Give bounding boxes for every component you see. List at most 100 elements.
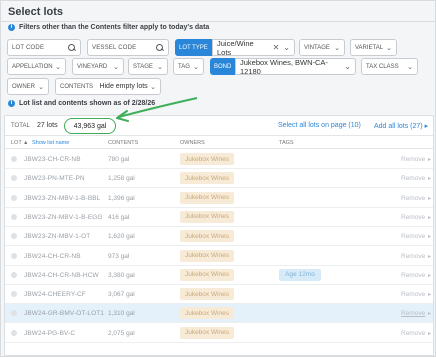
table-row[interactable]: JBW23-ZN-MBV-1-OT 1,620 gal Jukebox Wines R… bbox=[5, 227, 433, 247]
table-row[interactable]: JBW24-GR-BMV-OT-LOT1 1,310 gal Jukebox Win… bbox=[5, 304, 433, 324]
table-row[interactable]: JBW24-CH-CR-NB 973 gal Jukebox Wines Remove… bbox=[5, 247, 433, 266]
lot-contents: 2,075 gal bbox=[108, 329, 135, 337]
appellation-label: APPELLATION bbox=[12, 63, 53, 70]
owner-badge: Jukebox Wines bbox=[180, 288, 234, 301]
table-row[interactable]: JBW23-PN-MTE-PN 1,258 gal Jukebox Wines Rem… bbox=[5, 169, 433, 189]
lot-code: JBW23-ZN-MBV-1-B-BBL bbox=[24, 194, 101, 202]
lot-contents: 1,258 gal bbox=[108, 175, 135, 183]
table-row[interactable]: JBW23-CH-CR-NB 780 gal Jukebox Wines Remove… bbox=[5, 150, 433, 169]
chevron-down-icon: ⌄ bbox=[407, 63, 413, 71]
row-checkbox[interactable] bbox=[11, 252, 17, 259]
bond-select[interactable]: Jukebox Wines, BWN-CA-12180 ⌄ bbox=[235, 57, 356, 76]
owner-badge: Jukebox Wines bbox=[180, 210, 234, 223]
caret-right-icon: ▸ bbox=[428, 234, 432, 241]
owner-badge: Jukebox Wines bbox=[180, 307, 234, 320]
lot-code: JBW23-ZN-MBV-1-B-EGG bbox=[24, 213, 103, 221]
varietal-select[interactable]: VARIETAL ⌄ bbox=[350, 39, 397, 56]
summary-bar: TOTAL 27 lots 43,963 gal Select all lots… bbox=[5, 116, 433, 136]
vintage-label: VINTAGE bbox=[304, 44, 330, 51]
caret-right-icon: ▸ bbox=[428, 311, 432, 318]
search-icon bbox=[156, 43, 164, 52]
row-checkbox[interactable] bbox=[11, 194, 17, 201]
row-checkbox[interactable] bbox=[11, 213, 17, 220]
vintage-select[interactable]: VINTAGE ⌄ bbox=[299, 39, 345, 56]
owner-badge: Jukebox Wines bbox=[180, 230, 234, 243]
caret-right-icon: ▸ bbox=[424, 123, 429, 130]
info-icon: i bbox=[8, 24, 15, 31]
bond-label: BOND bbox=[210, 58, 235, 75]
caret-right-icon: ▸ bbox=[428, 195, 432, 202]
varietal-label: VARIETAL bbox=[355, 44, 384, 51]
row-checkbox[interactable] bbox=[11, 310, 17, 317]
filter-notice-text: Filters other than the Contents filter a… bbox=[19, 24, 210, 31]
lot-contents: 780 gal bbox=[108, 156, 130, 163]
table-row[interactable]: JBW24-PG-BV-C 2,075 gal Jukebox Wines Remov… bbox=[5, 324, 433, 343]
lot-count: 27 lots bbox=[37, 122, 58, 129]
lot-code: JBW24-CH-CR-NB-HCW bbox=[24, 271, 99, 279]
table-row[interactable]: JBW24-CHEERY-CF 3,067 gal Jukebox Wines Rem… bbox=[5, 285, 433, 305]
remove-link[interactable]: Remove bbox=[401, 195, 425, 202]
owner-select[interactable]: OWNER ⌄ bbox=[7, 78, 49, 95]
stage-label: STAGE bbox=[133, 63, 153, 70]
lot-contents: 1,310 gal bbox=[108, 310, 135, 318]
remove-link[interactable]: Remove bbox=[401, 175, 425, 182]
remove-link[interactable]: Remove bbox=[401, 291, 425, 298]
vessel-code-input[interactable]: VESSEL CODE bbox=[87, 39, 169, 56]
chevron-down-icon: ⌄ bbox=[283, 43, 290, 52]
remove-link[interactable]: Remove bbox=[401, 310, 425, 317]
remove-link[interactable]: Remove bbox=[401, 330, 425, 337]
page-title: Select lots bbox=[8, 6, 64, 18]
remove-link[interactable]: Remove bbox=[401, 272, 425, 279]
lot-code: JBW24-PG-BV-C bbox=[24, 329, 76, 337]
table-row[interactable]: JBW23-ZN-MBV-1-B-EGG 416 gal Jukebox Wines… bbox=[5, 208, 433, 227]
remove-link[interactable]: Remove bbox=[401, 156, 425, 163]
table-row[interactable]: JBW24-CH-CR-NB-HCW 3,380 gal Jukebox Wines… bbox=[5, 266, 433, 285]
lot-type-select[interactable]: Juice/Wine Lots ✕ ⌄ bbox=[212, 38, 295, 57]
lot-type-label: LOT TYPE bbox=[175, 39, 212, 56]
stage-select[interactable]: STAGE ⌄ bbox=[128, 58, 168, 75]
owner-badge: Jukebox Wines bbox=[180, 249, 234, 262]
tag-select[interactable]: TAG ⌄ bbox=[173, 58, 204, 75]
row-checkbox[interactable] bbox=[11, 233, 17, 240]
table-row[interactable]: JBW23-ZN-MBV-1-B-BBL 1,396 gal Jukebox Win… bbox=[5, 189, 433, 208]
lot-code: JBW24-GR-BMV-OT-LOT1 bbox=[24, 310, 105, 318]
lot-contents: 416 gal bbox=[108, 213, 130, 221]
contents-select[interactable]: CONTENTS Hide empty lots ⌄ bbox=[55, 78, 161, 95]
contents-label: CONTENTS bbox=[60, 83, 93, 90]
owner-badge: Jukebox Wines bbox=[180, 191, 234, 204]
tag-badge: Age 12mo bbox=[279, 268, 321, 281]
lot-code: JBW23-ZN-MBV-1-OT bbox=[24, 233, 91, 241]
add-all-label: Add all lots (27) bbox=[374, 123, 423, 130]
row-checkbox[interactable] bbox=[11, 156, 17, 162]
appellation-select[interactable]: APPELLATION ⌄ bbox=[7, 58, 66, 75]
caret-right-icon: ▸ bbox=[428, 330, 432, 337]
row-checkbox[interactable] bbox=[11, 329, 17, 336]
row-checkbox[interactable] bbox=[11, 291, 17, 298]
lot-type-value: Juice/Wine Lots bbox=[217, 38, 254, 57]
contents-value: Hide empty lots bbox=[99, 83, 148, 90]
row-checkbox[interactable] bbox=[11, 175, 17, 182]
remove-link[interactable]: Remove bbox=[401, 253, 425, 260]
show-list-name-link[interactable]: Show list name bbox=[32, 140, 69, 146]
lot-code-placeholder: LOT CODE bbox=[12, 44, 45, 51]
add-all-link[interactable]: Add all lots (27) ▸ bbox=[374, 122, 428, 130]
clear-icon[interactable]: ✕ bbox=[273, 43, 280, 52]
caret-right-icon: ▸ bbox=[428, 214, 432, 221]
caret-right-icon: ▸ bbox=[428, 253, 432, 260]
remove-link[interactable]: Remove bbox=[401, 214, 425, 221]
lot-code: JBW24-CH-CR-NB bbox=[24, 252, 81, 260]
bond-value: Jukebox Wines, BWN-CA-12180 bbox=[240, 57, 328, 76]
remove-link[interactable]: Remove bbox=[401, 233, 425, 240]
caret-right-icon: ▸ bbox=[428, 292, 432, 299]
total-gallons: 43,963 gal bbox=[64, 118, 116, 134]
tax-class-select[interactable]: TAX CLASS ⌄ bbox=[361, 58, 418, 75]
list-notice-text: Lot list and contents shown as of 2/28/2… bbox=[19, 100, 156, 107]
vineyard-select[interactable]: VINEYARD ⌄ bbox=[72, 58, 124, 75]
lot-code-input[interactable]: LOT CODE bbox=[7, 39, 81, 56]
chevron-down-icon: ⌄ bbox=[38, 83, 44, 91]
select-page-link[interactable]: Select all lots on page (10) bbox=[278, 122, 361, 129]
col-contents: CONTENTS bbox=[108, 140, 139, 146]
chevron-down-icon: ⌄ bbox=[150, 83, 156, 91]
chevron-down-icon: ⌄ bbox=[113, 63, 119, 71]
row-checkbox[interactable] bbox=[11, 271, 17, 278]
